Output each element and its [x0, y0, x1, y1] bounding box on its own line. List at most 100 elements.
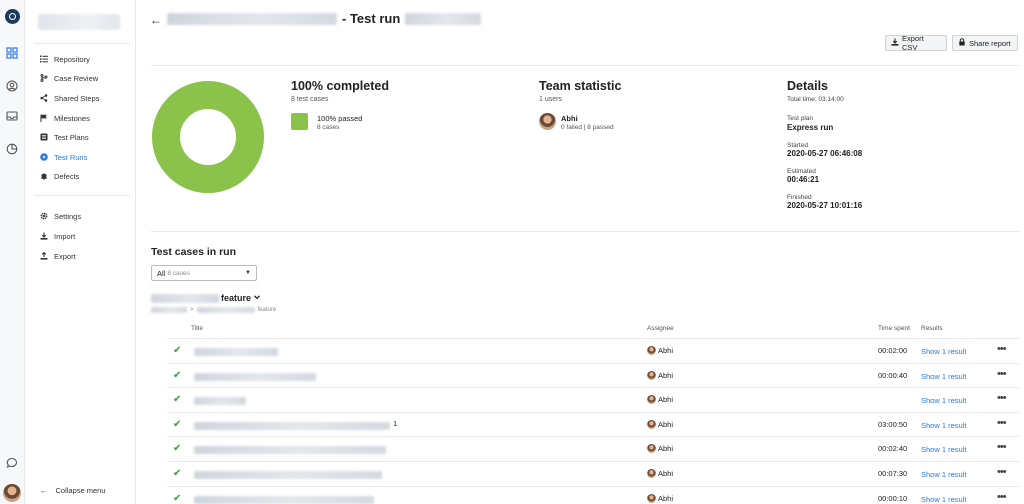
more-options-icon[interactable]: •••	[997, 441, 1007, 453]
time-spent: 00:00:10	[878, 493, 908, 503]
show-result-link[interactable]: Show 1 result	[921, 445, 966, 454]
download-icon	[891, 38, 899, 48]
table-row[interactable]: ✔ Abhi 00:00:10 Show 1 result •••	[167, 485, 1019, 504]
sidebar-item-label: Test Runs	[54, 152, 88, 162]
time-spent: 00:02:00	[878, 346, 908, 355]
status-filter-select[interactable]: All 8 cases ▼	[151, 265, 257, 281]
run-date-redacted	[405, 12, 482, 25]
time-spent: 00:00:40	[878, 370, 908, 380]
table-row[interactable]: ✔ 1 Abhi 03:00:50 Show 1 result •••	[167, 411, 1019, 436]
table-row[interactable]: ✔ Abhi 00:02:40 Show 1 result •••	[167, 436, 1019, 460]
header-divider	[151, 65, 1019, 66]
more-options-icon[interactable]: •••	[997, 368, 1007, 380]
case-title-redacted[interactable]	[194, 446, 386, 455]
sidebar-item-repository[interactable]: Repository	[40, 53, 90, 65]
suite-header[interactable]: feature	[151, 293, 261, 303]
sidebar-item-label: Import	[54, 231, 76, 241]
assignee-name: Abhi	[658, 395, 674, 405]
passed-legend-count: 8 cases	[317, 124, 340, 131]
app-logo-icon[interactable]	[5, 9, 20, 24]
table-row[interactable]: ✔ Abhi Show 1 result •••	[167, 387, 1019, 411]
show-result-link[interactable]: Show 1 result	[921, 347, 966, 356]
import-icon	[40, 232, 48, 240]
passed-check-icon: ✔	[173, 418, 182, 430]
sidebar-item-label: Shared Steps	[54, 93, 100, 103]
table-row[interactable]: ✔ Abhi 00:00:40 Show 1 result •••	[167, 362, 1019, 387]
breadcrumb-separator: >	[190, 307, 194, 313]
total-time: Total time: 03:14:00	[787, 96, 844, 103]
back-arrow-icon[interactable]: ←	[150, 13, 162, 27]
repository-icon	[40, 55, 48, 63]
completed-title: 100% completed	[291, 79, 389, 93]
lock-icon	[958, 38, 966, 48]
summary-divider	[151, 231, 1019, 232]
donut-passed-segment	[152, 81, 264, 193]
list-icon	[40, 133, 48, 141]
case-title-redacted[interactable]	[194, 421, 390, 430]
show-result-link[interactable]: Show 1 result	[921, 421, 966, 430]
assignee-avatar	[647, 444, 656, 454]
more-options-icon[interactable]: •••	[997, 417, 1007, 429]
assignee-name: Abhi	[658, 370, 674, 380]
case-title-redacted[interactable]	[194, 348, 278, 356]
gear-icon	[40, 212, 48, 220]
chevron-down-icon	[253, 293, 261, 303]
more-options-icon[interactable]: •••	[997, 343, 1007, 355]
passed-check-icon: ✔	[173, 492, 182, 504]
app-rail	[0, 0, 25, 504]
project-name-redacted[interactable]	[38, 14, 120, 30]
case-title-redacted[interactable]	[194, 471, 382, 479]
export-csv-button[interactable]: Export CSV	[885, 34, 947, 52]
collapse-menu-button[interactable]: ← Collapse menu	[40, 486, 106, 495]
bug-icon	[40, 172, 48, 180]
case-title-redacted[interactable]	[194, 495, 374, 504]
share-report-label: Share report	[969, 38, 1011, 48]
table-row[interactable]: ✔ Abhi 00:02:00 Show 1 result •••	[167, 338, 1019, 362]
completed-subtitle: 8 test cases	[291, 96, 329, 103]
flag-icon	[40, 114, 48, 122]
user-circle-icon[interactable]	[5, 79, 19, 93]
main-content: ← - Test run Export CSV Share report 100…	[137, 0, 1024, 504]
sidebar-item-label: Defects	[54, 171, 80, 181]
sidebar-item-defects[interactable]: Defects	[40, 170, 79, 182]
show-result-link[interactable]: Show 1 result	[921, 396, 966, 405]
inbox-icon[interactable]	[5, 109, 19, 123]
column-results: Results	[921, 325, 943, 332]
sidebar-item-import[interactable]: Import	[40, 230, 75, 242]
sidebar-item-milestones[interactable]: Milestones	[40, 112, 90, 124]
chat-icon[interactable]	[5, 456, 19, 470]
table-row[interactable]: ✔ Abhi 00:07:30 Show 1 result •••	[167, 461, 1019, 485]
time-spent: 00:07:30	[878, 469, 908, 478]
suite-name: feature	[221, 293, 252, 303]
team-statistic-title: Team statistic	[539, 79, 622, 93]
more-options-icon[interactable]: •••	[997, 491, 1007, 503]
sidebar-item-settings[interactable]: Settings	[40, 210, 81, 222]
assignee-avatar	[647, 346, 656, 355]
breadcrumb-redacted	[196, 307, 255, 313]
show-result-link[interactable]: Show 1 result	[921, 470, 966, 479]
branch-icon	[40, 74, 48, 82]
sidebar-item-test-plans[interactable]: Test Plans	[40, 131, 89, 143]
sidebar-item-case-review[interactable]: Case Review	[40, 72, 98, 84]
assignee-name: Abhi	[658, 444, 674, 454]
analytics-icon[interactable]	[5, 142, 19, 156]
share-report-button[interactable]: Share report	[952, 35, 1018, 51]
sidebar-item-export[interactable]: Export	[40, 250, 76, 262]
sidebar-item-shared-steps[interactable]: Shared Steps	[40, 92, 99, 104]
more-options-icon[interactable]: •••	[997, 466, 1007, 478]
show-result-link[interactable]: Show 1 result	[921, 495, 966, 504]
case-title-suffix: 1	[393, 418, 398, 428]
team-member-stats: 0 failed | 8 passed	[561, 124, 614, 131]
assignee-avatar	[647, 493, 656, 503]
show-result-link[interactable]: Show 1 result	[921, 372, 966, 381]
projects-grid-icon[interactable]	[5, 46, 19, 60]
filter-count: 8 cases	[167, 269, 190, 277]
estimated-value: 00:46:21	[787, 175, 820, 184]
case-title-redacted[interactable]	[194, 397, 246, 406]
case-title-redacted[interactable]	[194, 372, 316, 381]
sidebar-item-test-runs[interactable]: Test Runs	[40, 151, 87, 163]
details-title: Details	[787, 79, 828, 93]
user-avatar[interactable]	[3, 484, 21, 502]
assignee-avatar	[647, 469, 656, 478]
more-options-icon[interactable]: •••	[997, 392, 1007, 404]
